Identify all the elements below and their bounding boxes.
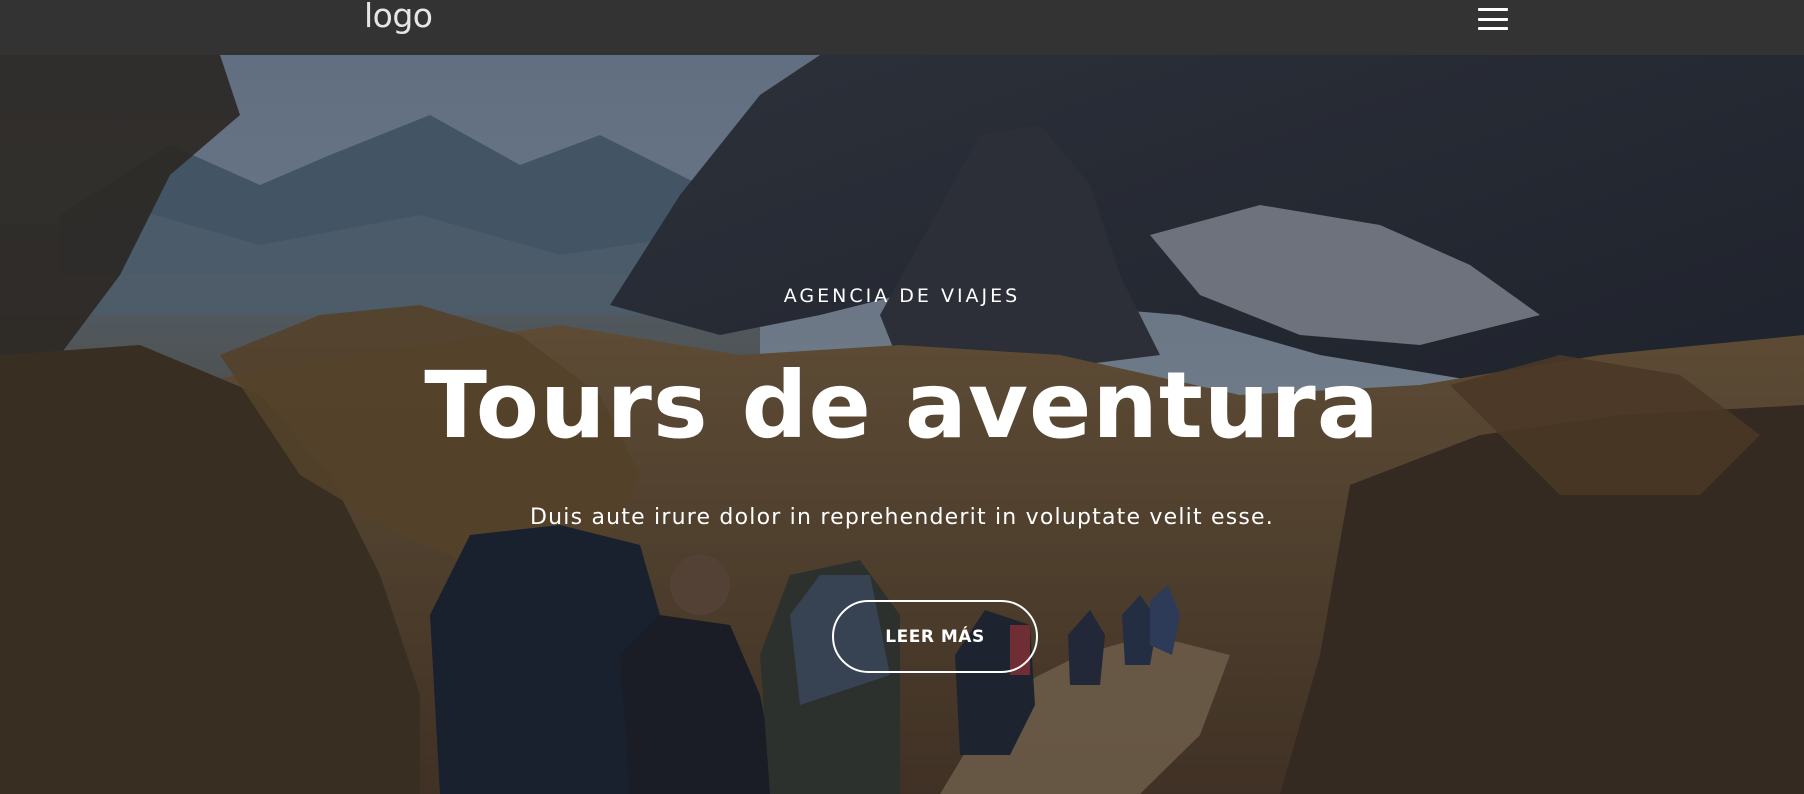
menu-bar-bottom: [1478, 27, 1508, 30]
hero-section: AGENCIA DE VIAJES Tours de aventura Duis…: [0, 55, 1804, 794]
hero-title: Tours de aventura: [424, 352, 1380, 459]
hero-content: AGENCIA DE VIAJES Tours de aventura Duis…: [0, 55, 1804, 794]
hamburger-menu-icon[interactable]: [1478, 8, 1508, 30]
menu-bar-top: [1478, 8, 1508, 11]
hero-eyebrow: AGENCIA DE VIAJES: [783, 285, 1021, 307]
hero-subtitle: Duis aute irure dolor in reprehenderit i…: [530, 505, 1274, 530]
read-more-button[interactable]: LEER MÁS: [832, 600, 1038, 673]
top-navbar: logo: [0, 0, 1804, 55]
site-logo[interactable]: logo: [364, 0, 433, 36]
menu-bar-middle: [1478, 17, 1508, 21]
